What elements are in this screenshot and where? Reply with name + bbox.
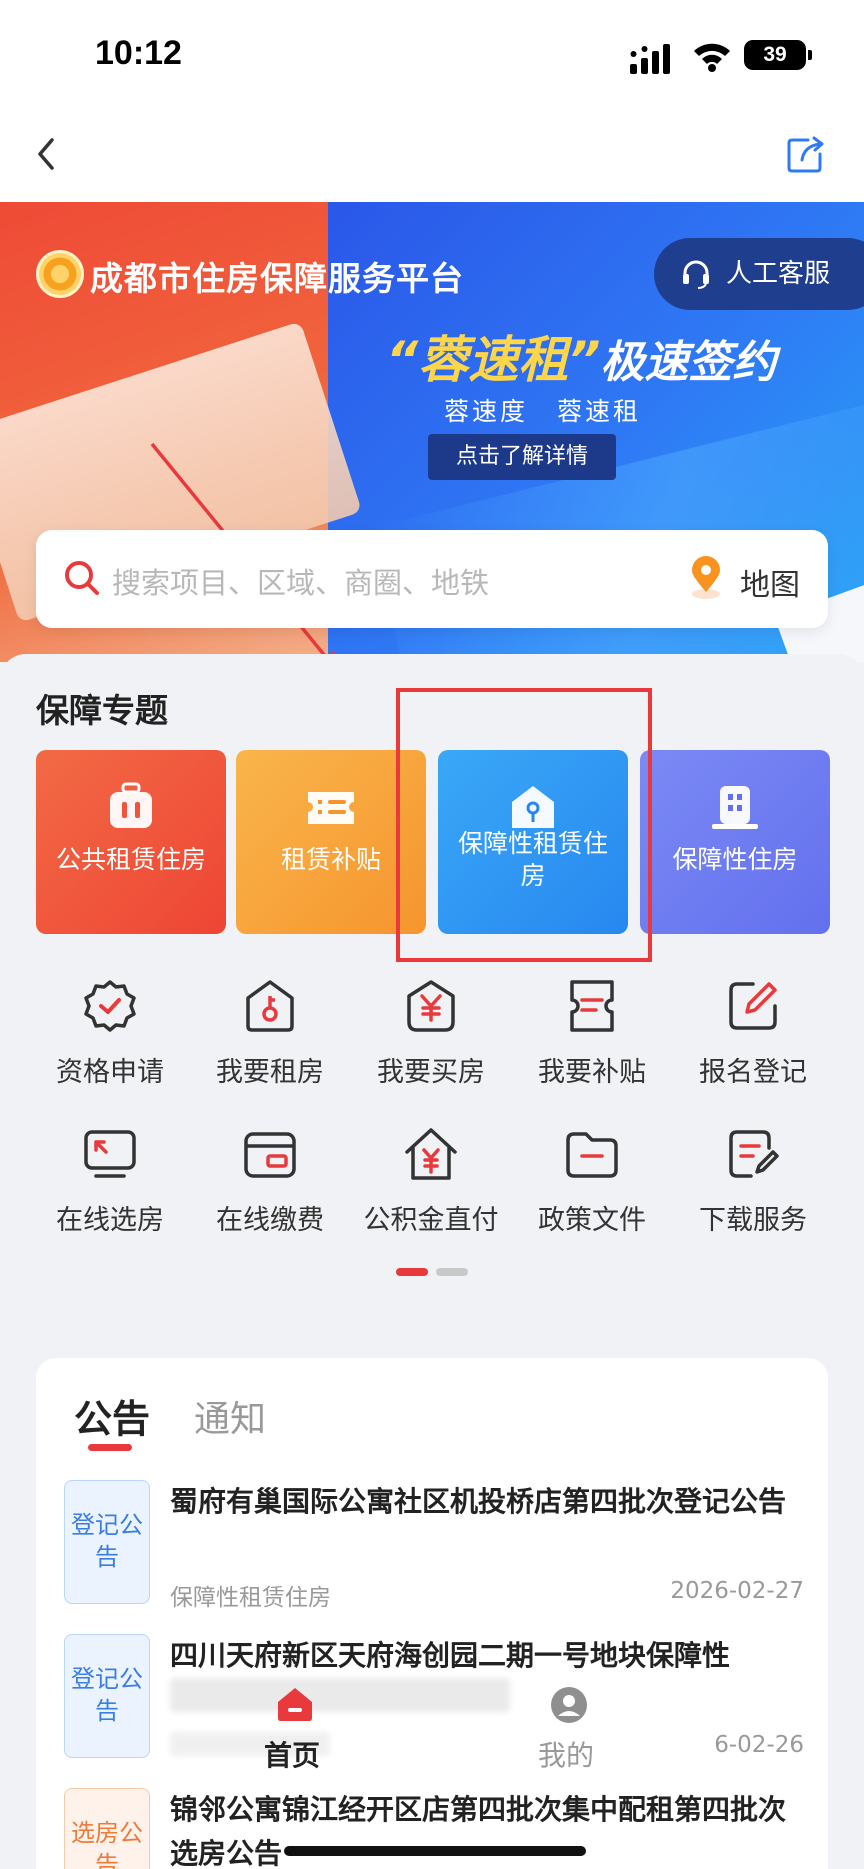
list-item[interactable]: 选房公告 锦邻公寓锦江经开区店第四批次集中配租第四批次选房公告 bbox=[64, 1788, 804, 1869]
status-bar: 10:12 39 bbox=[0, 0, 864, 110]
search-bar[interactable]: 搜索项目、区域、商圈、地铁 地图 bbox=[36, 530, 828, 628]
service-rent-house[interactable]: 我要租房 bbox=[190, 978, 350, 1098]
notice-date: 6-02-26 bbox=[714, 1732, 804, 1758]
user-icon[interactable] bbox=[550, 1686, 588, 1724]
service-provident-fund-pay[interactable]: 公积金直付 bbox=[351, 1126, 511, 1246]
list-item[interactable]: 登记公告 蜀府有巢国际公寓社区机投桥店第四批次登记公告 保障性租赁住房 2026… bbox=[64, 1480, 804, 1630]
yuan-icon bbox=[407, 980, 455, 1032]
monitor-icon bbox=[84, 1130, 136, 1178]
ticket-icon bbox=[308, 792, 354, 824]
headline-secondary: 极速签约 bbox=[600, 337, 777, 388]
platform-logo bbox=[36, 250, 84, 298]
voucher-icon bbox=[570, 980, 614, 1032]
notice-title-obscured bbox=[170, 1678, 510, 1712]
home-indicator bbox=[284, 1846, 586, 1856]
pager-dot bbox=[436, 1268, 468, 1276]
notice-title: 蜀府有巢国际公寓社区机投桥店第四批次登记公告 bbox=[170, 1485, 787, 1518]
topic-label: 公共租赁住房 bbox=[55, 845, 206, 874]
topic-card-rental-subsidy[interactable]: 租赁补贴 bbox=[236, 750, 426, 934]
list-item[interactable]: 登记公告 四川天府新区天府海创园二期一号地块保障性 6-02-26 bbox=[64, 1634, 804, 1784]
search-icon bbox=[65, 561, 99, 595]
service-online-payment[interactable]: 在线缴费 bbox=[190, 1126, 350, 1246]
notice-title: 锦邻公寓锦江经开区店第四批次集中配租第四批次选房公告 bbox=[170, 1793, 787, 1869]
badge-check-icon bbox=[84, 980, 136, 1032]
service-buy-house[interactable]: 我要买房 bbox=[351, 978, 511, 1098]
battery-indicator: 39 bbox=[744, 40, 806, 70]
topic-card-public-rental[interactable]: 公共租赁住房 bbox=[36, 750, 226, 934]
share-icon[interactable] bbox=[784, 132, 828, 176]
service-policy-files[interactable]: 政策文件 bbox=[512, 1126, 672, 1246]
service-registration[interactable]: 报名登记 bbox=[673, 978, 833, 1098]
map-pin-icon[interactable] bbox=[688, 556, 724, 600]
service-label: 下载服务 bbox=[699, 1205, 807, 1236]
house-key-icon bbox=[246, 980, 294, 1032]
service-label: 报名登记 bbox=[699, 1057, 807, 1088]
service-label: 我要补贴 bbox=[538, 1057, 646, 1088]
customer-service-label: 人工客服 bbox=[726, 259, 831, 289]
learn-more-button[interactable]: 点击了解详情 bbox=[428, 434, 616, 480]
house-yuan-icon bbox=[405, 1128, 457, 1180]
search-input[interactable]: 搜索项目、区域、商圈、地铁 bbox=[112, 560, 489, 602]
notice-card: 公告 通知 登记公告 蜀府有巢国际公寓社区机投桥店第四批次登记公告 保障性租赁住… bbox=[36, 1358, 828, 1869]
edit-icon bbox=[729, 982, 777, 1030]
topic-card-affordable-rental[interactable]: 保障性租赁住房 bbox=[438, 750, 628, 934]
map-button[interactable]: 地图 bbox=[740, 560, 800, 604]
notice-tag: 登记公告 bbox=[64, 1634, 150, 1758]
service-label: 我要租房 bbox=[216, 1057, 324, 1088]
service-online-selection[interactable]: 在线选房 bbox=[30, 1126, 190, 1246]
wifi-icon bbox=[694, 43, 730, 72]
topic-label: 租赁补贴 bbox=[280, 845, 381, 874]
notice-category: 保障性租赁住房 bbox=[170, 1585, 331, 1611]
service-label: 政策文件 bbox=[538, 1205, 646, 1236]
status-time: 10:12 bbox=[95, 34, 182, 72]
service-label: 在线选房 bbox=[56, 1205, 164, 1236]
service-get-subsidy[interactable]: 我要补贴 bbox=[512, 978, 672, 1098]
pager-dot-active bbox=[396, 1268, 428, 1276]
folder-icon bbox=[566, 1132, 618, 1178]
banner-subheadline: 蓉速度 蓉速租 bbox=[444, 397, 641, 426]
headline-main: “蓉速租” bbox=[386, 331, 601, 389]
back-chevron-icon[interactable] bbox=[32, 134, 62, 174]
tab-active-indicator bbox=[88, 1444, 132, 1451]
building-icon bbox=[712, 786, 758, 829]
suitcase-icon bbox=[110, 782, 152, 828]
content-panel: 保障专题 公共租赁住房 租赁补贴 保障性租赁住房 保障性住房 资格申请 我要租房… bbox=[0, 654, 864, 1304]
service-label: 在线缴费 bbox=[216, 1205, 324, 1236]
battery-tip bbox=[808, 50, 812, 60]
cellular-signal-icon bbox=[630, 44, 670, 74]
section-title: 保障专题 bbox=[36, 691, 168, 730]
tab-me[interactable]: 我的 bbox=[538, 1734, 594, 1774]
notice-tag: 登记公告 bbox=[64, 1480, 150, 1604]
document-edit-icon bbox=[729, 1130, 779, 1178]
topic-label: 保障性住房 bbox=[672, 845, 798, 874]
customer-service-button[interactable]: 人工客服 bbox=[654, 238, 864, 310]
nav-bar bbox=[0, 110, 864, 202]
house-key-icon bbox=[512, 786, 554, 828]
notice-date: 2026-02-27 bbox=[670, 1578, 804, 1604]
tab-home[interactable]: 首页 bbox=[264, 1734, 320, 1774]
wallet-icon bbox=[244, 1132, 296, 1178]
banner-headline: “蓉速租”极速签约 bbox=[386, 320, 776, 392]
tab-notifications[interactable]: 通知 bbox=[194, 1390, 266, 1442]
tab-announcements[interactable]: 公告 bbox=[74, 1388, 150, 1443]
notice-title: 四川天府新区天府海创园二期一号地块保障性 bbox=[170, 1639, 731, 1672]
service-label: 公积金直付 bbox=[363, 1205, 499, 1236]
notice-tag: 选房公告 bbox=[64, 1788, 150, 1869]
service-eligibility-apply[interactable]: 资格申请 bbox=[30, 978, 190, 1098]
service-label: 资格申请 bbox=[56, 1057, 164, 1088]
headset-icon bbox=[683, 260, 709, 289]
home-icon[interactable] bbox=[276, 1686, 314, 1722]
service-downloads[interactable]: 下载服务 bbox=[673, 1126, 833, 1246]
topic-label: 保障性租赁住房 bbox=[457, 829, 608, 890]
service-label: 我要买房 bbox=[377, 1057, 485, 1088]
topic-card-affordable-housing[interactable]: 保障性住房 bbox=[640, 750, 830, 934]
platform-title: 成都市住房保障服务平台 bbox=[90, 259, 464, 298]
